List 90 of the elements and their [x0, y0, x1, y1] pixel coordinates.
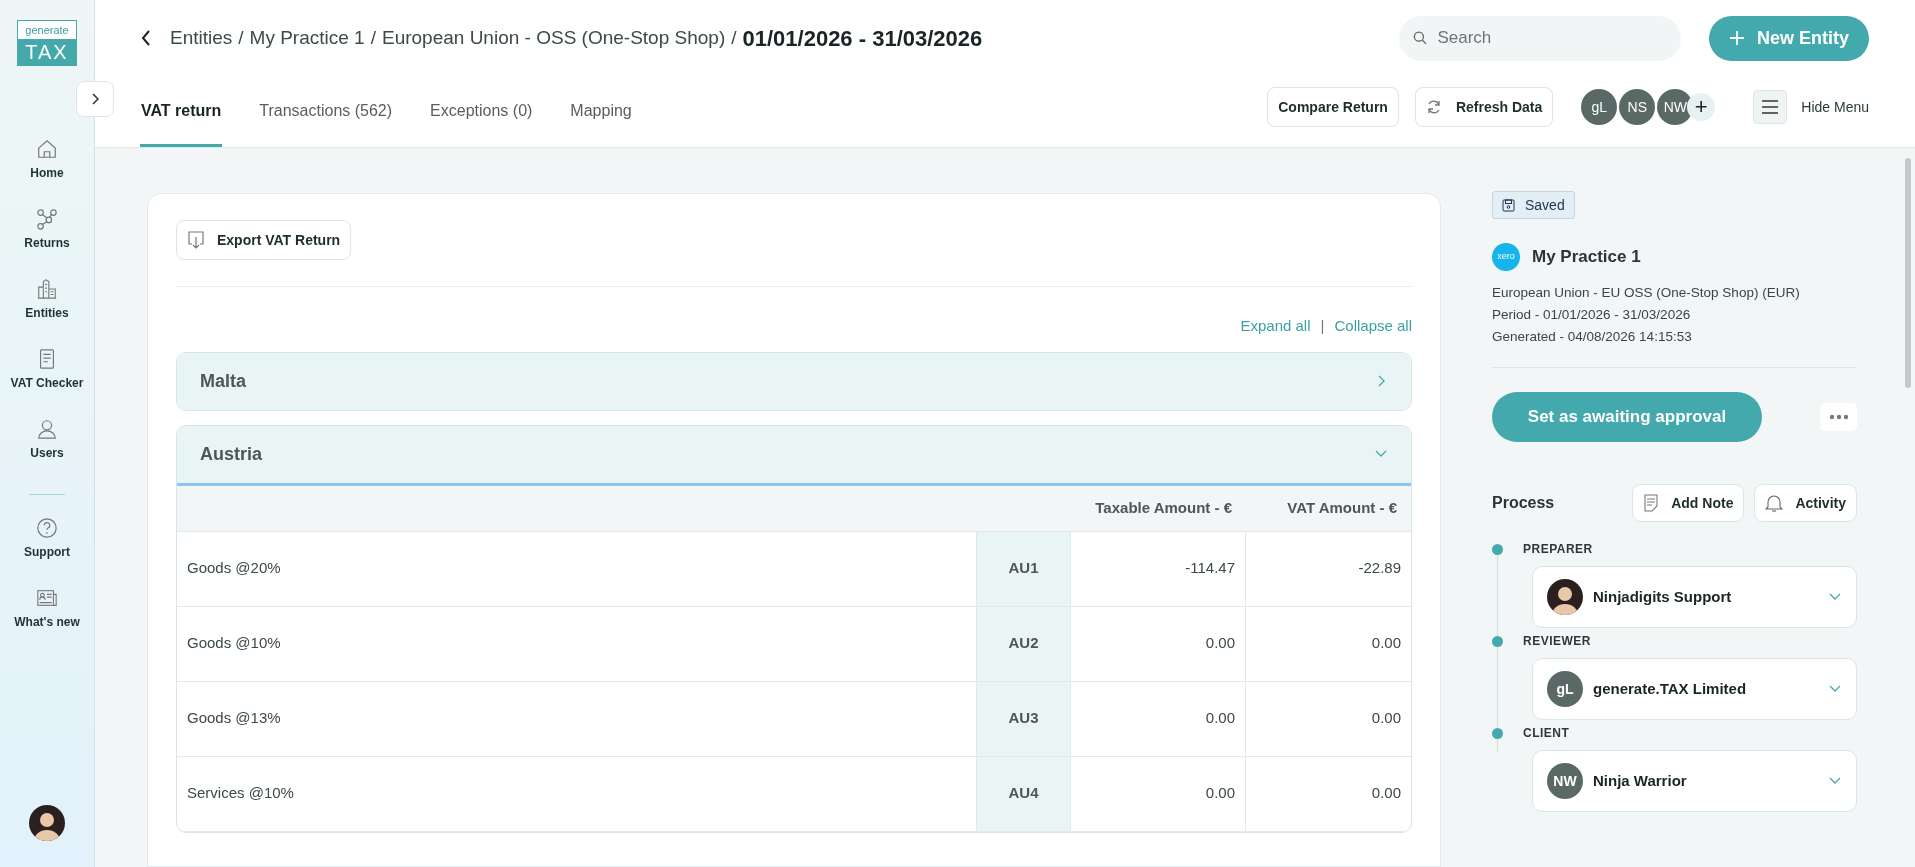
assignee-dropdown[interactable]: gL generate.TAX Limited [1532, 658, 1857, 720]
export-vat-return-button[interactable]: Export VAT Return [176, 220, 352, 260]
download-icon [187, 230, 205, 250]
avatar-icon [1547, 579, 1583, 615]
more-options-button[interactable] [1820, 403, 1857, 431]
chevron-right-icon [90, 93, 100, 105]
tab[interactable]: Mapping [569, 89, 633, 147]
period-title: 01/01/2026 - 31/03/2026 [742, 24, 983, 53]
home-icon [36, 138, 58, 160]
logo-text: generate [18, 21, 76, 39]
table-cell-text: -22.89 [1358, 558, 1401, 579]
chevron-down-icon [1828, 776, 1842, 786]
sidebar-item[interactable]: What's new [14, 587, 80, 631]
process-title: Process [1492, 493, 1555, 513]
role-label: CLIENT [1523, 725, 1570, 742]
breadcrumb-separator: / [731, 25, 737, 50]
box-code-cell: AU4 [977, 756, 1071, 831]
tab[interactable]: Transactions (562) [258, 89, 394, 147]
return-detail: European Union - EU OSS (One-Stop Shop) (EUR) [1492, 284, 1801, 302]
breadcrumb-link[interactable]: European Union - OSS (One-Stop Shop) [381, 23, 726, 53]
sidebar-item[interactable]: Entities [25, 278, 69, 322]
assignee-dropdown[interactable]: Ninjadigits Support [1532, 566, 1857, 628]
table-cell-text: 0.00 [1205, 783, 1235, 804]
user-icon [36, 418, 58, 440]
compare-return-button[interactable]: Compare Return [1267, 87, 1399, 127]
save-icon [1502, 198, 1515, 212]
buildings-icon [36, 278, 58, 300]
scrollbar[interactable] [1905, 158, 1911, 388]
tab[interactable]: Exceptions (0) [429, 89, 534, 147]
sidebar-item[interactable]: VAT Checker [10, 348, 84, 392]
search-field[interactable]: Search [1399, 15, 1681, 61]
sidebar-item[interactable]: Support [24, 517, 70, 561]
search-icon [1413, 30, 1428, 46]
column-header: Taxable Amount - € [1095, 497, 1232, 518]
link-separator: | [1320, 316, 1325, 336]
refresh-icon [1425, 99, 1442, 115]
activity-button[interactable]: Activity [1754, 484, 1857, 522]
refresh-data-button[interactable]: Refresh Data [1414, 87, 1554, 127]
box-code-cell: AU2 [977, 606, 1071, 681]
table-cell-text: 0.00 [1371, 783, 1401, 804]
more-icon [1828, 414, 1849, 420]
help-icon [36, 517, 58, 539]
chevron-down-icon [1828, 592, 1842, 602]
breadcrumb-link[interactable]: Entities [170, 23, 233, 53]
hide-menu-link[interactable]: Hide Menu [1801, 96, 1869, 118]
chevron-down-icon [1828, 684, 1842, 694]
sidebar-item[interactable]: Users [30, 418, 64, 462]
role-label: REVIEWER [1523, 633, 1591, 650]
country-section-header[interactable]: Austria [177, 425, 1411, 483]
table-cell-text: 0.00 [1371, 633, 1401, 654]
practice-name: My Practice 1 [1532, 246, 1641, 269]
return-detail: Generated - 04/08/2026 14:15:53 [1492, 328, 1693, 346]
newspaper-icon [36, 587, 58, 609]
add-user-button[interactable]: + [1687, 93, 1716, 121]
box-code-cell: AU3 [977, 681, 1071, 756]
logo-text: TAX [18, 39, 76, 65]
role-label: PREPARER [1523, 541, 1593, 558]
user-avatar[interactable]: NS [1619, 89, 1656, 125]
user-avatar: gL [1547, 671, 1583, 707]
breadcrumb-separator: / [238, 25, 244, 50]
bell-icon [1765, 493, 1784, 513]
table-cell-text: Goods @10% [187, 633, 281, 654]
menu-icon[interactable] [1753, 90, 1788, 124]
search-input[interactable]: Search [1437, 25, 1667, 51]
table-cell-text: Goods @20% [187, 558, 281, 579]
back-icon[interactable] [140, 29, 152, 47]
table-cell-text: 0.00 [1205, 633, 1235, 654]
box-code-cell: AU1 [977, 531, 1071, 606]
plus-icon [1729, 30, 1745, 46]
avatar-icon[interactable] [29, 805, 65, 841]
column-header: VAT Amount - € [1287, 497, 1397, 518]
network-icon [36, 208, 58, 230]
assignee-dropdown[interactable]: NW Ninja Warrior [1532, 750, 1857, 812]
table-cell-text: 0.00 [1371, 708, 1401, 729]
user-avatar: NW [1547, 763, 1583, 799]
xero-logo: xero [1492, 243, 1520, 271]
sidebar-item[interactable]: Home [30, 138, 64, 182]
breadcrumb-link[interactable]: My Practice 1 [249, 23, 365, 53]
saved-badge: Saved [1492, 191, 1575, 219]
table-cell-text: Services @10% [187, 783, 294, 804]
table-cell-text: Goods @13% [187, 708, 281, 729]
sidebar-item[interactable]: Returns [24, 208, 70, 252]
user-avatar[interactable]: gL [1581, 89, 1618, 125]
note-icon [1643, 494, 1660, 512]
return-detail: Period - 01/01/2026 - 31/03/2026 [1492, 306, 1692, 324]
breadcrumb-separator: / [370, 25, 376, 50]
table-cell-text: 0.00 [1205, 708, 1235, 729]
country-section-header[interactable]: Malta [177, 352, 1411, 410]
add-note-button[interactable]: Add Note [1632, 484, 1745, 522]
table-cell-text: -114.47 [1185, 558, 1235, 579]
